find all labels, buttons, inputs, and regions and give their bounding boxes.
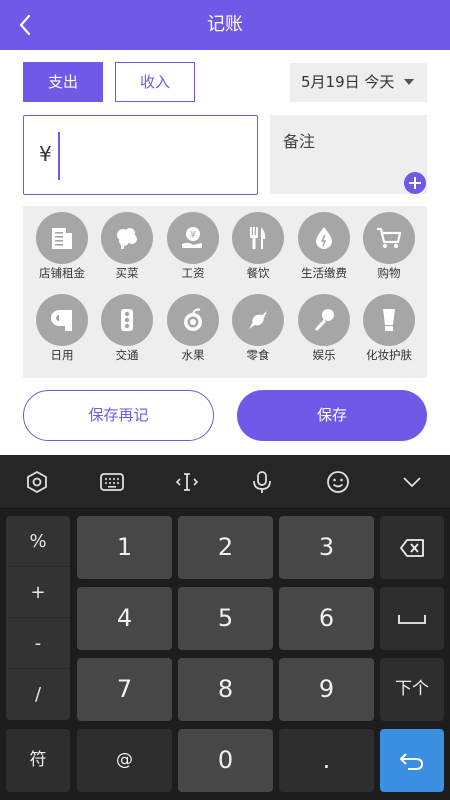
symbols-key[interactable]: 符 xyxy=(6,729,70,792)
page-title: 记账 xyxy=(207,14,243,35)
zero-key[interactable]: 0 xyxy=(178,729,273,792)
category-label: 购物 xyxy=(377,266,401,280)
digit-key[interactable]: 3 xyxy=(279,516,374,579)
digit-key[interactable]: 4 xyxy=(77,587,172,650)
category-item[interactable]: 买菜 xyxy=(94,206,160,281)
add-photo-button[interactable] xyxy=(404,172,426,194)
building-icon xyxy=(36,212,88,264)
digit-key[interactable]: 8 xyxy=(178,658,273,721)
category-item[interactable]: 化妆护肤 xyxy=(356,288,422,363)
digit-key[interactable]: 7 xyxy=(77,658,172,721)
digit-key[interactable]: 5 xyxy=(178,587,273,650)
text-cursor xyxy=(58,132,60,180)
water-drop-icon xyxy=(298,212,350,264)
percent-key[interactable]: % xyxy=(6,516,70,567)
category-item[interactable]: 零食 xyxy=(225,288,291,363)
enter-key[interactable] xyxy=(380,729,444,792)
microphone-icon[interactable] xyxy=(249,469,275,495)
cosmetic-tube-icon xyxy=(363,294,415,346)
backspace-key[interactable] xyxy=(380,516,444,579)
note-placeholder: 备注 xyxy=(283,132,316,151)
candy-icon xyxy=(232,294,284,346)
keyboard-icon[interactable] xyxy=(99,469,125,495)
minus-key[interactable]: - xyxy=(6,618,70,669)
save-button[interactable]: 保存 xyxy=(237,390,427,441)
vegetable-icon xyxy=(101,212,153,264)
category-item[interactable]: 日用 xyxy=(29,288,95,363)
category-item[interactable]: 餐饮 xyxy=(225,206,291,281)
date-selector[interactable]: 5月19日 今天 xyxy=(290,63,427,102)
category-item[interactable]: 水果 xyxy=(160,288,226,363)
cart-icon xyxy=(363,212,415,264)
numeric-keyboard: % + - / 1 2 3 4 5 6 7 8 9 下个 符 @ 0 . xyxy=(0,455,450,800)
settings-hex-icon[interactable] xyxy=(24,469,50,495)
space-key[interactable] xyxy=(380,587,444,650)
date-label: 5月19日 今天 xyxy=(301,73,395,91)
category-item[interactable]: 购物 xyxy=(356,206,422,281)
collapse-down-icon[interactable] xyxy=(399,469,425,495)
app-header: 记账 xyxy=(0,0,450,50)
text-cursor-icon[interactable] xyxy=(174,469,200,495)
at-key[interactable]: @ xyxy=(77,729,172,792)
category-item[interactable]: 交通 xyxy=(94,288,160,363)
plus-key[interactable]: + xyxy=(6,567,70,618)
tissue-roll-icon xyxy=(36,294,88,346)
digit-key[interactable]: 6 xyxy=(279,587,374,650)
fruit-icon xyxy=(167,294,219,346)
slash-key[interactable]: / xyxy=(6,669,70,720)
income-tab[interactable]: 收入 xyxy=(115,62,195,102)
money-hand-icon: ¥ xyxy=(167,212,219,264)
expense-tab[interactable]: 支出 xyxy=(23,62,103,102)
amount-input[interactable]: ¥ xyxy=(23,115,258,195)
category-item[interactable]: 生活缴费 xyxy=(291,206,357,281)
microphone-icon xyxy=(298,294,350,346)
dropdown-caret-icon xyxy=(404,79,414,85)
category-item[interactable]: 店铺租金 xyxy=(29,206,95,281)
fork-knife-icon xyxy=(232,212,284,264)
dot-key[interactable]: . xyxy=(279,729,374,792)
emoji-icon[interactable] xyxy=(325,469,351,495)
category-item[interactable]: 娱乐 xyxy=(291,288,357,363)
category-item[interactable]: ¥ 工资 xyxy=(160,206,226,281)
traffic-light-icon xyxy=(101,294,153,346)
digit-key[interactable]: 1 xyxy=(77,516,172,579)
category-grid: 店铺租金 买菜 ¥ 工资 餐饮 生活缴费 购物 日用 交通 水果 零食 娱乐 化… xyxy=(23,206,427,378)
save-and-new-button[interactable]: 保存再记 xyxy=(23,390,214,441)
currency-symbol: ¥ xyxy=(39,142,52,166)
keyboard-toolbar xyxy=(0,455,450,509)
digit-key[interactable]: 9 xyxy=(279,658,374,721)
symbol-column: % + - / xyxy=(6,516,70,720)
svg-text:¥: ¥ xyxy=(190,231,196,241)
digit-key[interactable]: 2 xyxy=(178,516,273,579)
next-key[interactable]: 下个 xyxy=(380,658,444,721)
category-label: 化妆护肤 xyxy=(366,348,412,362)
